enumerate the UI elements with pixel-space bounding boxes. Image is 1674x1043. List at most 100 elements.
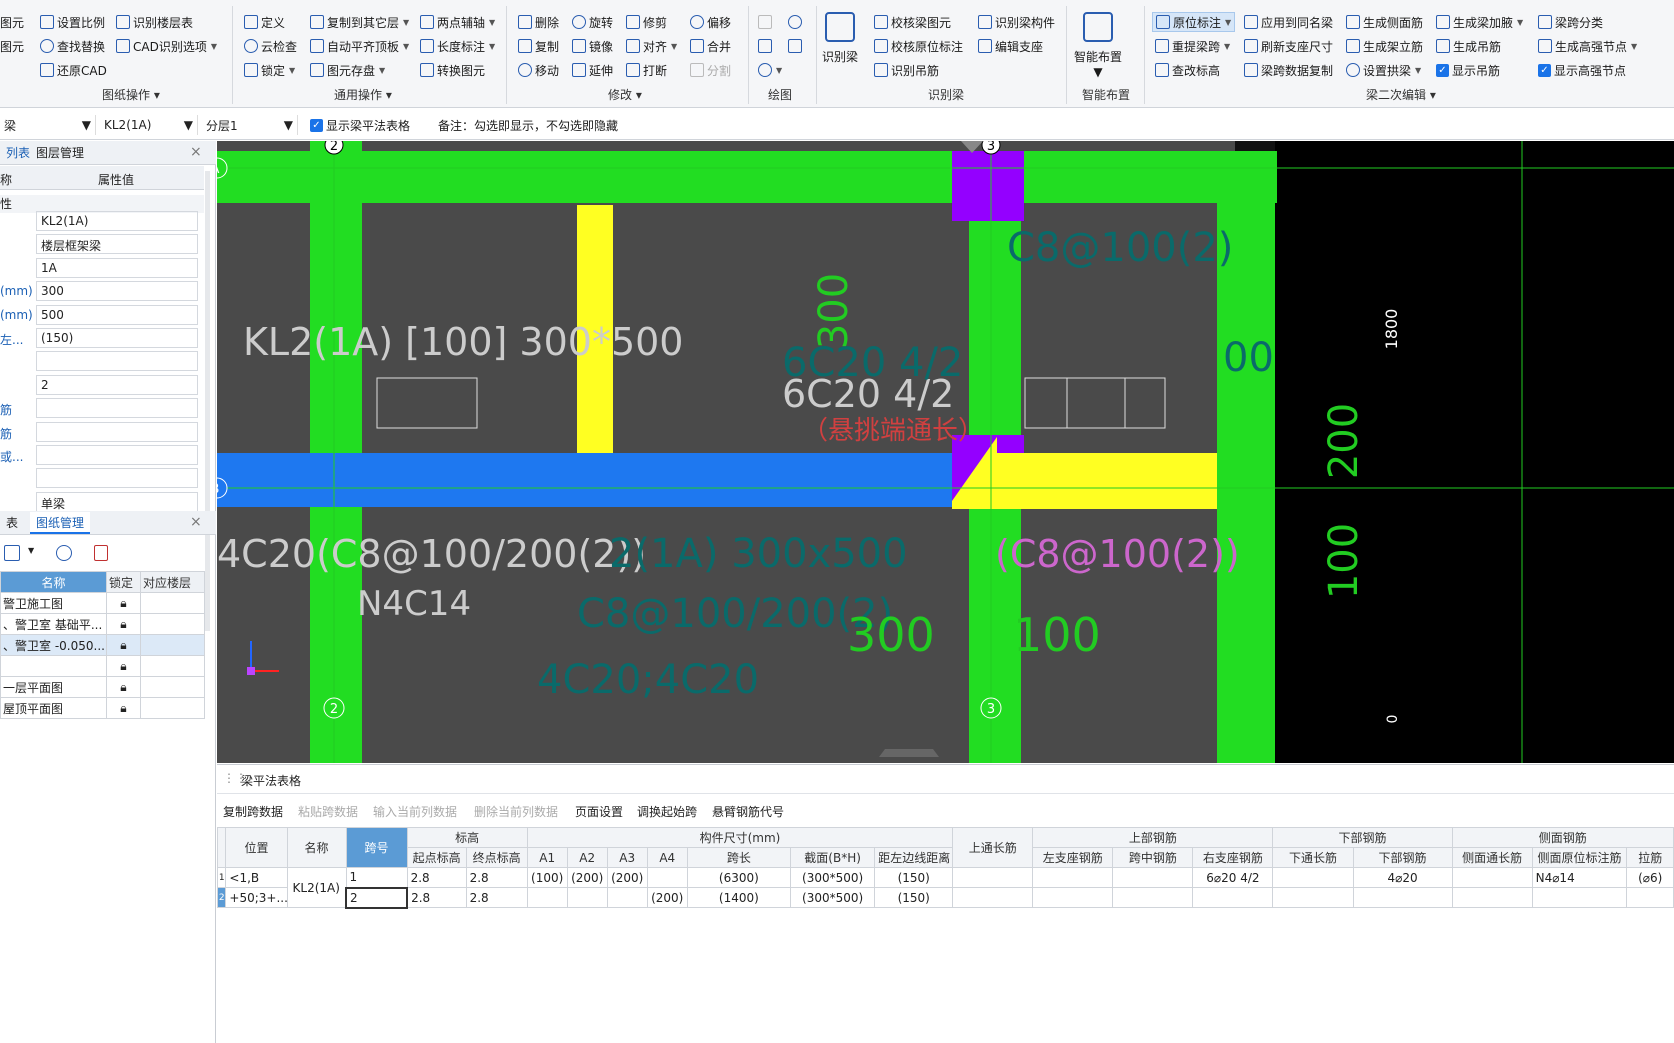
set-arch-beam-button[interactable]: 设置拱梁 ▼ [1346, 60, 1421, 80]
prop-value-field[interactable]: 500 [36, 304, 198, 325]
cell-a2[interactable]: (200) [566, 867, 608, 888]
identify-beam-button[interactable]: 识别梁 [822, 12, 858, 65]
close-icon[interactable]: × [190, 144, 202, 160]
smart-layout-button[interactable]: 智能布置 ▼ [1074, 12, 1122, 79]
arc-tool-button[interactable]: ▼ [758, 60, 782, 80]
prop-value-field[interactable] [36, 468, 198, 489]
cell-side-orig[interactable] [1531, 887, 1628, 908]
gen-side-bar-button[interactable]: 生成侧面筋 [1346, 12, 1423, 32]
lock-icon[interactable]: 🔒︎ [106, 697, 141, 719]
check-original-mark-button[interactable]: 校核原位标注 [874, 36, 963, 56]
mirror-button[interactable]: 镜像 [572, 36, 613, 56]
lock-button[interactable]: 锁定 ▼ [244, 60, 295, 80]
component-select[interactable]: KL2(1A) ▼ [100, 115, 198, 135]
prop-value-field[interactable]: 楼层框架梁 [36, 234, 198, 255]
cell-pos[interactable]: <1,B [225, 867, 288, 888]
gen-haunch-button[interactable]: 生成梁加腋 ▼ [1436, 12, 1523, 32]
table-action-button[interactable]: 粘贴跨数据 [298, 803, 358, 820]
cell-bottom-long[interactable] [1272, 887, 1354, 908]
cell-side-orig[interactable]: N4⌀14 [1531, 867, 1628, 888]
tab2-list[interactable]: 表 [0, 512, 24, 534]
cell-a3[interactable]: (200) [606, 867, 648, 888]
drawing-row[interactable]: 警卫施工图 🔒︎ [0, 592, 205, 614]
identify-floor-table-button[interactable]: 识别楼层表 [116, 12, 193, 32]
refresh-support-button[interactable]: 刷新支座尺寸 [1244, 36, 1333, 56]
drawing-row[interactable]: 、警卫室 基础平... 🔒︎ [0, 613, 205, 635]
drawing-row[interactable]: 屋顶平面图 🔒︎ [0, 697, 205, 719]
prop-value-field[interactable] [36, 421, 198, 442]
cell-top-long[interactable] [952, 867, 1034, 888]
chevron-down-icon[interactable]: ▼ [28, 546, 34, 555]
table-row[interactable]: 2 +50;3+... 2 2.8 2.8 (200) (1400) (300*500) (15… [216, 886, 1674, 909]
point-tool-button[interactable] [758, 12, 772, 32]
cad-options-button[interactable]: CAD识别选项 ▼ [116, 36, 217, 56]
selected-beam-kl2[interactable] [217, 453, 965, 507]
line-tool-button[interactable] [758, 36, 772, 56]
circle-tool-button[interactable] [788, 12, 802, 32]
set-scale-button[interactable]: 设置比例 [40, 12, 105, 32]
lock-icon[interactable]: 🔒︎ [106, 613, 141, 635]
trash-icon[interactable] [94, 545, 108, 561]
tab-layer-manage[interactable]: 图层管理 [30, 142, 90, 164]
drawing-row[interactable]: 、警卫室 -0.050... 🔒︎ [0, 634, 205, 656]
table-action-button[interactable]: 输入当前列数据 [373, 803, 457, 820]
side-rebar-annotation[interactable]: N4C14 [357, 584, 471, 624]
extend-button[interactable]: 延伸 [572, 60, 613, 80]
cell-bottom-bar[interactable] [1352, 887, 1453, 908]
table-action-button[interactable]: 调换起始跨 [637, 803, 697, 820]
edit-support-button[interactable]: 编辑支座 [978, 36, 1043, 56]
cell-start[interactable]: 2.8 [406, 887, 467, 908]
break-button[interactable]: 打断 [626, 60, 667, 80]
cell-side-long[interactable] [1451, 887, 1533, 908]
table-action-button[interactable]: 悬臂钢筋代号 [712, 803, 784, 820]
prop-value-field[interactable]: 1A [36, 257, 198, 278]
prop-value-field[interactable]: KL2(1A) [36, 211, 198, 231]
restore-cad-button[interactable]: 还原CAD [40, 60, 107, 80]
prop-value-field[interactable] [36, 398, 198, 419]
cell-a1[interactable] [526, 887, 568, 908]
copy-span-data-button[interactable]: 梁跨数据复制 [1244, 60, 1333, 80]
cell-side-long[interactable] [1451, 867, 1533, 888]
cell-tie[interactable] [1626, 887, 1674, 908]
lock-icon[interactable]: 🔒︎ [106, 676, 141, 698]
cell-left-support[interactable] [1032, 887, 1114, 908]
gen-erect-bar-button[interactable]: 生成架立筋 [1346, 36, 1423, 56]
identify-beam-component-button[interactable]: 识别梁构件 [978, 12, 1055, 32]
ribbon-item-element-2[interactable]: 图元 [0, 36, 24, 56]
refresh-icon[interactable] [56, 545, 72, 561]
drawing-row[interactable]: 🔒︎ [0, 655, 205, 677]
length-dim-button[interactable]: 长度标注 ▼ [420, 36, 495, 56]
cell-len[interactable]: (6300) [686, 867, 791, 888]
cell-mid[interactable] [1112, 887, 1194, 908]
trim-button[interactable]: 修剪 [626, 12, 667, 32]
prop-value-field[interactable]: (150) [36, 328, 198, 348]
two-point-axis-button[interactable]: 两点辅轴 ▼ [420, 12, 495, 32]
tab2-drawing-manage[interactable]: 图纸管理 [30, 512, 91, 534]
scrollbar[interactable] [205, 171, 210, 631]
cell-bottom-bar[interactable]: 4⌀20 [1352, 867, 1453, 888]
rect-tool-button[interactable] [788, 36, 802, 56]
beam-axis-2[interactable] [310, 141, 362, 763]
cell-pos[interactable]: +50;3+... [225, 887, 288, 908]
convert-element-button[interactable]: 转换图元 [420, 60, 485, 80]
cell-bottom-long[interactable] [1272, 867, 1354, 888]
beam-annotation[interactable]: KL2(1A) [100] 300*500 [243, 320, 684, 364]
cell-sec[interactable]: (300*500) [789, 887, 876, 908]
copy-button[interactable]: 复制 [518, 36, 559, 56]
cell-left-support[interactable] [1032, 867, 1114, 888]
stirrup-annotation[interactable]: (C8@100(2)) [995, 532, 1240, 576]
rotate-button[interactable]: 旋转 [572, 12, 613, 32]
cell-dist[interactable]: (150) [874, 867, 954, 888]
type-select[interactable]: 梁 ▼ [0, 115, 96, 135]
close-icon[interactable]: × [190, 514, 202, 530]
find-replace-button[interactable]: 查找替换 [40, 36, 105, 56]
show-high-strength-node-checkbox[interactable]: ✓ 显示高强节点 [1538, 60, 1626, 80]
save-element-button[interactable]: 图元存盘 ▼ [310, 60, 385, 80]
prop-value-field[interactable] [36, 445, 198, 465]
copy-to-layer-button[interactable]: 复制到其它层 ▼ [310, 12, 409, 32]
span-classify-button[interactable]: 梁跨分类 [1538, 12, 1603, 32]
cell-end[interactable]: 2.8 [465, 867, 528, 888]
cloud-check-button[interactable]: 云检查 [244, 36, 297, 56]
bottom-rebar-annotation[interactable]: 4C20(C8@100/200(2)) [217, 532, 646, 576]
check-elevation-button[interactable]: 查改标高 [1155, 60, 1220, 80]
